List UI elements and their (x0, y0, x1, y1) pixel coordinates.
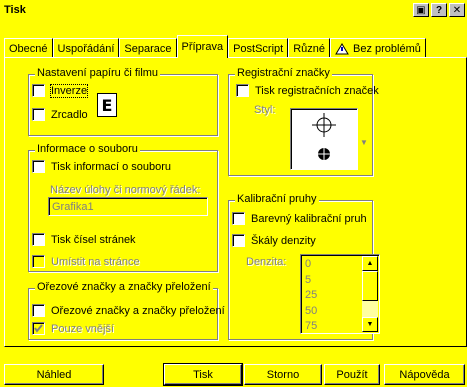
inverze-label: Inverze (49, 83, 89, 98)
zrcadlo-checkbox[interactable]: Zrcadlo (32, 108, 88, 121)
paper-settings-legend: Nastavení papíru či filmu (35, 67, 161, 79)
print-file-info-label: Tisk informací o souboru (51, 160, 172, 173)
apply-label: Použít (336, 368, 368, 381)
tab-priprava[interactable]: Příprava (176, 35, 229, 58)
density-listbox[interactable]: 0 5 25 50 75 ▲ ▼ (300, 254, 380, 334)
help-button[interactable]: Nápověda (384, 364, 465, 385)
scroll-up-icon[interactable]: ▲ (362, 256, 378, 271)
list-item[interactable]: 25 (305, 288, 317, 304)
tab-postscript[interactable]: PostScript (228, 38, 289, 58)
inside-page-checkbox[interactable]: Umístit na stránce (32, 255, 140, 268)
crop-marks-legend: Ořezové značky a značky přeložení (35, 281, 213, 293)
page-letter: E (101, 95, 113, 115)
color-bar-checkbox[interactable]: Barevný kalibrační pruh (232, 212, 367, 225)
density-scrollbar[interactable]: ▲ ▼ (362, 256, 378, 332)
print-label: Tisk (193, 368, 213, 381)
crop-marks-label: Ořezové značky a značky přeložení (51, 304, 225, 317)
page-numbers-checkbox[interactable]: Tisk čísel stránek (32, 233, 136, 246)
cancel-button[interactable]: Storno (244, 364, 322, 385)
style-dropdown-arrow-icon[interactable]: ▼ (360, 138, 368, 147)
tab-obecne[interactable]: Obecné (4, 38, 53, 58)
job-name-value: Grafika1 (52, 201, 94, 213)
outside-only-checkbox[interactable]: Pouze vnější (32, 322, 114, 335)
page-orientation-icon: E (97, 93, 117, 117)
job-name-field[interactable]: Grafika1 (48, 197, 208, 216)
checkbox-box[interactable] (32, 255, 45, 268)
tab-label: Různé (293, 42, 326, 55)
registration-marks-label: Tisk registračních značek (255, 84, 379, 97)
color-bar-label: Barevný kalibrační pruh (251, 212, 367, 225)
tab-bez-problemu[interactable]: Bez problémů (330, 38, 426, 58)
checkbox-box[interactable] (32, 160, 45, 173)
apply-button[interactable]: Použít (324, 364, 380, 385)
tab-label: Bez problémů (353, 42, 421, 55)
file-info-legend: Informace o souboru (35, 143, 140, 155)
checkbox-box[interactable] (32, 108, 45, 121)
title-bar: Tisk ▣ ? ✕ (0, 0, 467, 20)
checkbox-box[interactable] (236, 84, 249, 97)
registration-marks-checkbox[interactable]: Tisk registračních značek (236, 84, 379, 97)
checkbox-box[interactable] (32, 84, 45, 97)
tab-usporadani[interactable]: Uspořádání (52, 38, 120, 58)
zrcadlo-label: Zrcadlo (51, 108, 88, 121)
preflight-icon (335, 42, 349, 54)
scroll-thumb[interactable] (362, 271, 378, 301)
minimize-icon[interactable]: ▣ (413, 3, 429, 17)
crop-marks-checkbox[interactable]: Ořezové značky a značky přeložení (32, 304, 225, 317)
help-icon[interactable]: ? (431, 3, 447, 17)
help-label: Nápověda (399, 368, 450, 381)
print-file-info-checkbox[interactable]: Tisk informací o souboru (32, 160, 171, 173)
registration-legend: Registrační značky (235, 67, 332, 79)
outside-only-label: Pouze vnější (51, 322, 114, 335)
list-item[interactable]: 50 (305, 304, 317, 320)
list-item[interactable]: 0 (305, 257, 317, 273)
registration-style-dropdown[interactable] (290, 108, 358, 170)
job-name-label: Název úlohy či normový řádek: (50, 184, 201, 196)
registration-target-icon (312, 113, 336, 160)
tab-label: Separace (124, 42, 172, 55)
tab-label: Obecné (9, 42, 48, 55)
print-dialog: Tisk ▣ ? ✕ Obecné Uspořádání Separace Př… (0, 0, 467, 387)
tab-ruzne[interactable]: Různé (288, 38, 331, 58)
window-title: Tisk (4, 4, 26, 16)
check-icon (34, 324, 43, 333)
tab-label: Uspořádání (57, 42, 115, 55)
density-label: Škály denzity (251, 234, 316, 247)
checkbox-box[interactable] (232, 234, 245, 247)
preview-label: Náhled (36, 368, 72, 381)
preview-button[interactable]: Náhled (4, 364, 104, 385)
checkbox-box[interactable] (32, 233, 45, 246)
list-item[interactable]: 75 (305, 319, 317, 335)
density-list: 0 5 25 50 75 (305, 257, 317, 335)
tab-separace[interactable]: Separace (119, 38, 177, 58)
checkbox-box[interactable] (32, 322, 45, 335)
style-label: Styl: (254, 104, 276, 116)
tab-label: Příprava (181, 41, 224, 53)
calibration-legend: Kalibrační pruhy (235, 193, 319, 205)
list-item[interactable]: 5 (305, 273, 317, 289)
scroll-down-icon[interactable]: ▼ (362, 317, 378, 332)
checkbox-box[interactable] (32, 304, 45, 317)
page-numbers-label: Tisk čísel stránek (51, 233, 136, 246)
print-button[interactable]: Tisk (163, 363, 243, 386)
tab-label: PostScript (233, 42, 284, 55)
density-values-label: Denzita: (246, 256, 287, 268)
checkbox-box[interactable] (232, 212, 245, 225)
tab-strip: Obecné Uspořádání Separace Příprava Post… (4, 35, 426, 58)
density-checkbox[interactable]: Škály denzity (232, 234, 316, 247)
cancel-label: Storno (266, 368, 300, 381)
close-icon[interactable]: ✕ (449, 3, 465, 17)
inside-page-label: Umístit na stránce (51, 255, 140, 268)
inverze-checkbox[interactable]: Inverze (32, 83, 89, 98)
